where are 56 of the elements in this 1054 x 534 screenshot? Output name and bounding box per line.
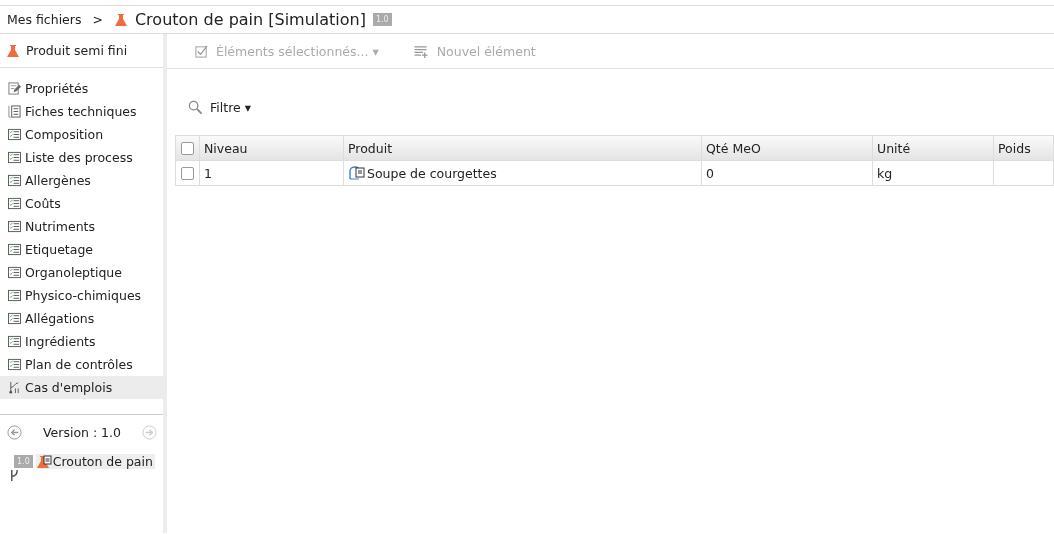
sidebar-item[interactable]: Coûts bbox=[0, 192, 163, 215]
table-cell: kg bbox=[873, 161, 994, 185]
table-cell: 0 bbox=[702, 161, 873, 185]
checklist-icon bbox=[8, 266, 21, 279]
version-label: Version : 1.0 bbox=[43, 425, 121, 440]
column-header[interactable]: Produit bbox=[344, 136, 702, 160]
version-badge: 1.0 bbox=[14, 455, 33, 468]
add-list-icon bbox=[412, 44, 429, 58]
checklist-icon bbox=[8, 128, 21, 141]
checklist-icon bbox=[8, 151, 21, 164]
checkbox-icon bbox=[195, 44, 208, 58]
select-all-checkbox[interactable] bbox=[181, 141, 194, 155]
sidebar-item[interactable]: Propriétés bbox=[0, 77, 163, 100]
document-icon bbox=[8, 105, 21, 118]
pencil-icon bbox=[8, 82, 21, 95]
sidebar-item[interactable]: Organoleptique bbox=[0, 261, 163, 284]
version-tree-item[interactable]: Crouton de pain bbox=[35, 454, 155, 469]
branch-icon bbox=[8, 381, 21, 394]
sidebar-item[interactable]: Allergènes bbox=[0, 169, 163, 192]
checklist-icon bbox=[8, 335, 21, 348]
sidebar-item[interactable]: Composition bbox=[0, 123, 163, 146]
table-cell: 1 bbox=[200, 161, 344, 185]
sidebar-item[interactable]: Liste des process bbox=[0, 146, 163, 169]
checklist-icon bbox=[8, 289, 21, 302]
filter-button[interactable]: Filtre ▾ bbox=[210, 100, 251, 115]
sidebar-item[interactable]: Plan de contrôles bbox=[0, 353, 163, 376]
sidebar-item[interactable]: Ingrédients bbox=[0, 330, 163, 353]
checklist-icon bbox=[8, 243, 21, 256]
column-header[interactable]: Unité bbox=[873, 136, 994, 160]
product-icon bbox=[349, 166, 365, 180]
checklist-icon bbox=[8, 197, 21, 210]
search-icon bbox=[188, 100, 203, 115]
checklist-icon bbox=[8, 220, 21, 233]
page-title: Crouton de pain [Simulation] bbox=[134, 10, 366, 29]
breadcrumb-link[interactable]: Mes fichiers bbox=[7, 12, 82, 27]
product-type-label: Produit semi fini bbox=[26, 43, 128, 58]
row-checkbox[interactable] bbox=[181, 166, 194, 180]
column-header[interactable]: Niveau bbox=[200, 136, 344, 160]
checklist-icon bbox=[8, 174, 21, 187]
breadcrumb-separator: > bbox=[92, 12, 103, 27]
column-header[interactable]: Qté MeO bbox=[702, 136, 873, 160]
branch-icon bbox=[10, 469, 19, 482]
sidebar-item[interactable]: Physico-chimiques bbox=[0, 284, 163, 307]
sidebar-item[interactable]: Allégations bbox=[0, 307, 163, 330]
checklist-icon bbox=[8, 312, 21, 325]
flask-icon bbox=[113, 12, 128, 27]
flask-icon bbox=[35, 454, 52, 469]
flask-icon bbox=[6, 43, 20, 58]
sidebar-item[interactable]: Etiquetage bbox=[0, 238, 163, 261]
table-cell: Soupe de courgettes bbox=[367, 165, 497, 181]
checklist-icon bbox=[8, 358, 21, 371]
version-badge: 1.0 bbox=[373, 13, 392, 26]
sidebar-item[interactable]: Cas d'emplois bbox=[0, 376, 163, 399]
sidebar-item[interactable]: Fiches techniques bbox=[0, 100, 163, 123]
column-header[interactable]: Poids bbox=[994, 136, 1054, 160]
sidebar-item[interactable]: Nutriments bbox=[0, 215, 163, 238]
